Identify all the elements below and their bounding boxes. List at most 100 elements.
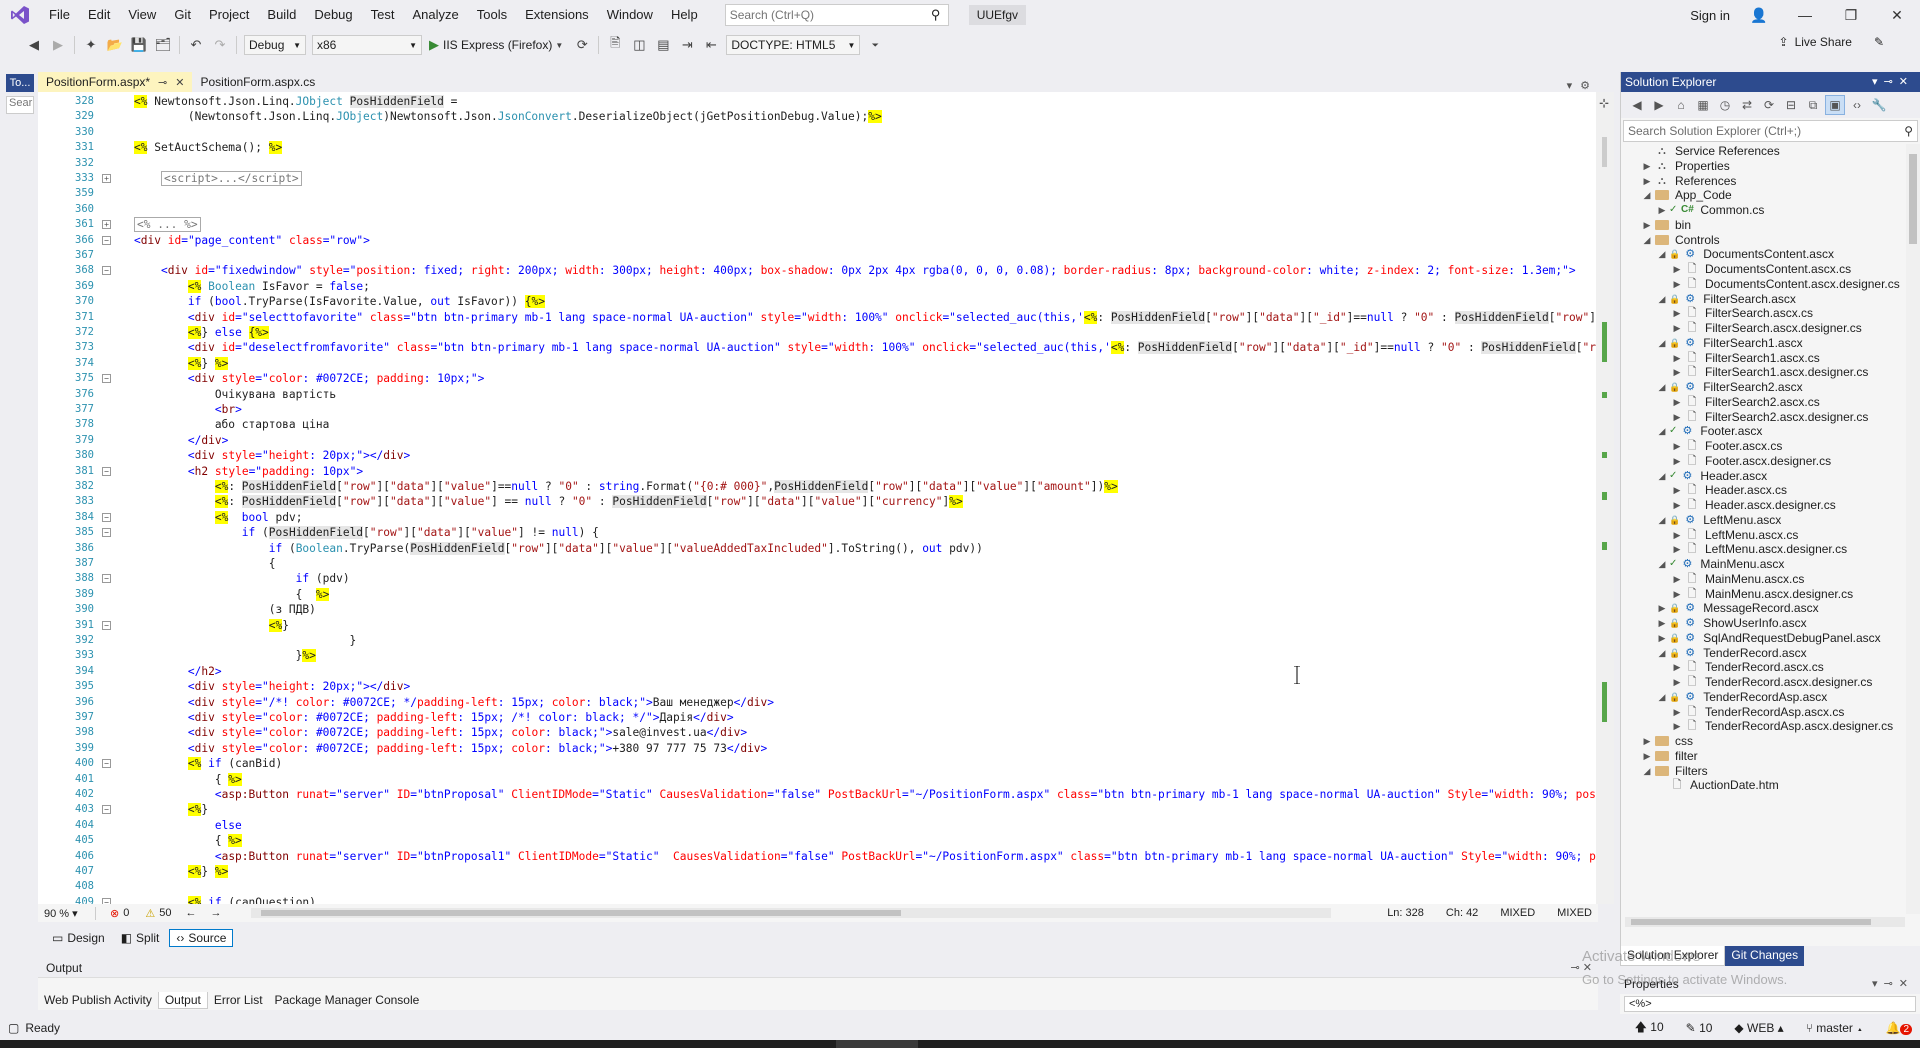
menu-test[interactable]: Test [362,0,404,30]
global-search-box[interactable]: ⚲ [724,4,949,26]
start-debugging-button[interactable]: ▶ IIS Express (Firefox) ▼ [425,34,570,56]
collapse-region-icon[interactable]: − [102,266,111,276]
properties-object-combo[interactable]: <%> [1624,996,1916,1012]
forward-icon[interactable]: ▶ [1649,95,1669,115]
sync-icon[interactable]: ⇄ [1737,95,1757,115]
expand-region-icon[interactable]: + [102,220,111,230]
home-icon[interactable]: ⌂ [1671,95,1691,115]
collapse-region-icon[interactable]: − [102,374,111,384]
code-editor[interactable]: 328 <% Newtonsoft.Json.Linq.JObject PosHi… [38,92,1598,904]
undo-icon[interactable]: ↶ [185,34,207,56]
collapse-region-icon[interactable]: − [102,759,111,769]
outdent-icon[interactable]: ⇤ [700,34,722,56]
refresh-icon[interactable]: ⟳ [1759,95,1779,115]
tab-source[interactable]: ‹› Source [169,929,234,947]
menu-file[interactable]: File [40,0,79,30]
close-icon[interactable]: ✕ [1899,978,1914,990]
collapse-arrow-icon[interactable]: ◢ [1655,245,1669,263]
tab-git-changes[interactable]: Git Changes [1725,946,1805,966]
dropdown-icon[interactable]: ▾ [1872,978,1884,990]
new-project-icon[interactable]: ✦ [80,34,102,56]
tab-package-manager-console[interactable]: Package Manager Console [269,992,426,1008]
menu-view[interactable]: View [119,0,165,30]
toolbox-tab[interactable]: To... [6,74,34,92]
editor-vertical-scrollbar[interactable]: ⊹ [1596,92,1614,904]
branch-indicator[interactable]: ⑂ master ▴ [1806,1021,1864,1035]
warning-count[interactable]: ⚠ 50 [145,907,171,920]
scrollbar-thumb[interactable] [1631,919,1871,925]
collapse-arrow-icon[interactable]: ◢ [1655,422,1669,440]
collapse-region-icon[interactable]: − [102,528,111,538]
screenshot-icon[interactable]: ◫ [628,34,650,56]
settings-gear-icon[interactable]: ⚙ [1580,79,1590,92]
previous-issue-icon[interactable]: ← [185,907,196,919]
tree-item[interactable]: ▶ 🗋 TenderRecordAsp.ascx.designer.cs [1670,717,1894,735]
toolbar-options-icon[interactable]: ⏷ [864,34,886,56]
collapse-arrow-icon[interactable]: ◢ [1655,555,1669,573]
close-icon[interactable]: ✕ [175,76,184,89]
tab-positionform-aspx[interactable]: PositionForm.aspx* ⊸ ✕ [38,72,193,92]
tree-item[interactable]: 🗋 AuctionDate.htm [1655,776,1779,794]
menu-project[interactable]: Project [200,0,258,30]
collapse-arrow-icon[interactable]: ◢ [1655,378,1669,396]
encoding-indicator[interactable]: MIXED [1500,907,1535,919]
column-indicator[interactable]: Ch: 42 [1446,907,1478,919]
line-indicator[interactable]: Ln: 328 [1387,907,1424,919]
live-share-button[interactable]: ⇪ Live Share ✎ [1779,35,1885,49]
pin-icon[interactable]: ⊸ [1884,76,1899,88]
expand-region-icon[interactable]: + [102,174,111,183]
taskbar-item[interactable] [836,1040,918,1048]
menu-tools[interactable]: Tools [468,0,516,30]
pending-changes-indicator[interactable]: ✎ 10 [1686,1021,1713,1035]
pin-icon[interactable]: ⊸ [1884,978,1899,990]
account-icon[interactable]: 👤 [1736,0,1782,30]
collapse-arrow-icon[interactable]: ◢ [1655,467,1669,485]
error-count[interactable]: ⊗ 0 [110,907,129,920]
pin-icon[interactable]: ⊸ [158,76,167,89]
preview-icon[interactable]: ▣ [1825,95,1845,115]
collapse-all-icon[interactable]: ⊟ [1781,95,1801,115]
pin-icon[interactable]: ⊸ [1571,962,1580,974]
menu-edit[interactable]: Edit [79,0,119,30]
save-icon[interactable]: 💾 [128,34,150,56]
navigate-back-icon[interactable]: ◀ [23,34,45,56]
collapse-arrow-icon[interactable]: ◢ [1640,186,1654,204]
menu-extensions[interactable]: Extensions [516,0,598,30]
switch-views-icon[interactable]: ▦ [1693,95,1713,115]
split-editor-icon[interactable]: ⊹ [1599,96,1609,110]
search-icon[interactable]: ⚲ [928,7,944,23]
doctype-dropdown[interactable]: DOCTYPE: HTML5 ▼ [726,35,861,55]
collapse-arrow-icon[interactable]: ◢ [1655,334,1669,352]
platform-dropdown[interactable]: x86 ▼ [312,35,422,55]
format-document-icon[interactable]: ▤ [652,34,674,56]
collapse-arrow-icon[interactable]: ◢ [1655,290,1669,308]
indent-icon[interactable]: ⇥ [676,34,698,56]
collapse-arrow-icon[interactable]: ◢ [1655,511,1669,529]
tab-split[interactable]: ◧ Split [115,930,166,946]
open-file-icon[interactable]: 📂 [104,34,126,56]
editor-horizontal-scrollbar[interactable] [251,908,1332,918]
tab-web-publish-activity[interactable]: Web Publish Activity [38,992,158,1008]
collapse-region-icon[interactable]: − [102,235,111,245]
collapse-region-icon[interactable]: − [102,512,111,522]
menu-analyze[interactable]: Analyze [403,0,467,30]
collapse-arrow-icon[interactable]: ◢ [1640,231,1654,249]
code-icon[interactable]: ‹› [1847,95,1867,115]
collapse-arrow-icon[interactable]: ◢ [1640,762,1654,780]
scrollbar-thumb[interactable] [1909,154,1917,244]
history-icon[interactable]: ◷ [1715,95,1735,115]
toolbox-search[interactable]: Sear [6,96,34,114]
menu-debug[interactable]: Debug [305,0,361,30]
tab-positionform-aspx-cs[interactable]: PositionForm.aspx.cs [192,72,323,92]
solution-explorer-scrollbar[interactable] [1906,144,1920,914]
solution-explorer-hscrollbar[interactable] [1625,917,1905,927]
close-icon[interactable]: ✕ [1899,76,1914,88]
menu-help[interactable]: Help [662,0,707,30]
refresh-icon[interactable]: ⟳ [571,34,593,56]
configuration-dropdown[interactable]: Debug ▼ [244,35,306,55]
repository-indicator[interactable]: ◆ WEB ▴ [1734,1021,1783,1035]
collapse-region-icon[interactable]: − [102,466,111,476]
menu-build[interactable]: Build [258,0,305,30]
browser-link-icon[interactable]: 🖹 [604,34,626,56]
search-icon[interactable]: ⚲ [1904,124,1913,138]
